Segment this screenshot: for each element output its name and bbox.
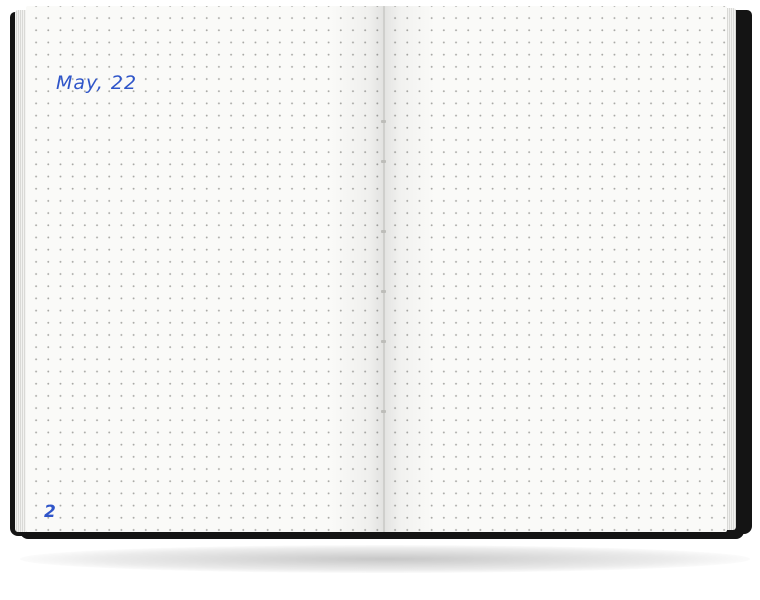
notebook-shadow xyxy=(20,545,750,573)
binding-stitch xyxy=(381,160,386,163)
page-number: 2 xyxy=(44,502,57,522)
right-page xyxy=(385,6,727,532)
notebook-photo: May, 22 2 xyxy=(0,0,760,600)
binding-stitch xyxy=(381,340,386,343)
binding-stitch xyxy=(381,120,386,123)
binding-stitch xyxy=(381,290,386,293)
handwritten-date: May, 22 xyxy=(56,72,138,94)
binding-stitch xyxy=(381,410,386,413)
binding-stitch xyxy=(381,230,386,233)
notebook-gutter xyxy=(383,6,385,532)
